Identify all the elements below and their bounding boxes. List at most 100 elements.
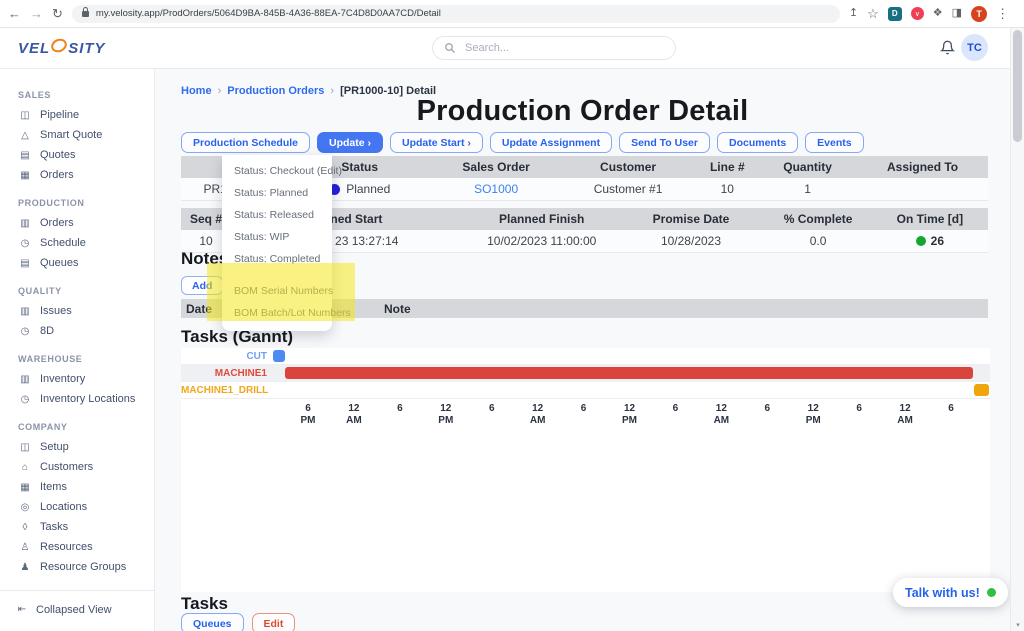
sidebar-item-label: Tasks bbox=[40, 521, 68, 533]
update-menu-item[interactable]: Status: WIP bbox=[222, 226, 332, 248]
setup-icon: ◫ bbox=[19, 442, 31, 453]
chat-widget[interactable]: Talk with us! bbox=[893, 578, 1008, 607]
extension-d-icon[interactable]: D bbox=[888, 7, 902, 21]
production-schedule-button[interactable]: Production Schedule bbox=[181, 132, 310, 153]
schedule-cell-promise-date: 10/28/2023 bbox=[618, 230, 765, 252]
axis-tick-meridiem: PM bbox=[291, 415, 325, 427]
order-value-sales-order[interactable]: SO1000 bbox=[474, 182, 518, 196]
update-menu-item[interactable]: Status: Completed bbox=[222, 248, 332, 270]
sidebar-item-inventory-locations[interactable]: ◷Inventory Locations bbox=[0, 389, 154, 409]
send-to-user-button[interactable]: Send To User bbox=[619, 132, 710, 153]
axis-tick: 12AM bbox=[888, 403, 922, 426]
update-button[interactable]: Update › bbox=[317, 132, 383, 153]
axis-tick: 6 bbox=[658, 403, 692, 415]
queues-icon: ▤ bbox=[19, 258, 31, 269]
gantt-time-axis: 6PM12AM612PM612AM612PM612AM612PM612AM6 bbox=[181, 403, 990, 431]
cut-bar[interactable] bbox=[273, 350, 285, 362]
sidebar-item-locations[interactable]: ◎Locations bbox=[0, 497, 154, 517]
user-avatar[interactable]: TC bbox=[961, 34, 988, 61]
axis-tick-hour: 6 bbox=[658, 403, 692, 415]
quotes-icon: ▤ bbox=[19, 150, 31, 161]
sidebar-item-inventory[interactable]: ▥Inventory bbox=[0, 369, 154, 389]
update-menu-item[interactable]: BOM Serial Numbers bbox=[222, 280, 332, 302]
search-input[interactable] bbox=[463, 41, 664, 55]
sidebar-item-sales-orders[interactable]: ▦Orders bbox=[0, 165, 154, 185]
sidebar-item-smart-quote[interactable]: △Smart Quote bbox=[0, 125, 154, 145]
axis-tick: 6 bbox=[567, 403, 601, 415]
events-button[interactable]: Events bbox=[805, 132, 863, 153]
address-bar[interactable]: my.velosity.app/ProdOrders/5064D9BA-845B… bbox=[72, 5, 840, 23]
chrome-menu-icon[interactable]: ⋮ bbox=[996, 7, 1009, 20]
sidebar-item-pipeline[interactable]: ◫Pipeline bbox=[0, 105, 154, 125]
pocket-icon[interactable]: ∨ bbox=[911, 7, 924, 20]
axis-tick-hour: 6 bbox=[934, 403, 968, 415]
machine1-drill-bar[interactable] bbox=[974, 384, 989, 396]
sidebar-item-label: Smart Quote bbox=[40, 129, 102, 141]
edit-button[interactable]: Edit bbox=[252, 613, 296, 631]
reload-icon[interactable]: ↻ bbox=[52, 7, 63, 20]
back-icon[interactable]: ← bbox=[8, 7, 21, 20]
axis-tick-hour: 12 bbox=[888, 403, 922, 415]
share-icon[interactable]: ↥ bbox=[849, 8, 858, 19]
documents-button[interactable]: Documents bbox=[717, 132, 798, 153]
browser-profile-avatar[interactable]: T bbox=[971, 6, 987, 22]
bookmark-star-icon[interactable]: ☆ bbox=[867, 7, 879, 20]
axis-tick: 6PM bbox=[291, 403, 325, 426]
notifications-bell-icon[interactable] bbox=[940, 40, 955, 60]
order-cell-customer: Customer #1 bbox=[559, 178, 696, 200]
global-search[interactable] bbox=[432, 36, 676, 60]
sidebar-item-label: Quotes bbox=[40, 149, 75, 161]
sidebar-item-label: Locations bbox=[40, 501, 87, 513]
extensions-puzzle-icon[interactable]: ❖ bbox=[933, 8, 943, 19]
sidebar-item-label: Issues bbox=[40, 305, 72, 317]
sidebar-item-label: Pipeline bbox=[40, 109, 79, 121]
notes-col-note: Note bbox=[384, 302, 411, 316]
sidebar-item-customers[interactable]: ⌂Customers bbox=[0, 457, 154, 477]
update-menu-item[interactable]: Status: Checkout (Edit) bbox=[222, 160, 332, 182]
queues-button[interactable]: Queues bbox=[181, 613, 244, 631]
side-panel-icon[interactable]: ◨ bbox=[952, 8, 962, 19]
axis-tick-meridiem: PM bbox=[613, 415, 647, 427]
sidebar-item-tasks[interactable]: ◊Tasks bbox=[0, 517, 154, 537]
collapsed-view-toggle[interactable]: ⇤ Collapsed View bbox=[0, 590, 154, 631]
add-note-button[interactable]: Add bbox=[181, 276, 223, 295]
update-start-button[interactable]: Update Start › bbox=[390, 132, 483, 153]
axis-tick-meridiem: AM bbox=[521, 415, 555, 427]
issues-icon: ▥ bbox=[19, 306, 31, 317]
sidebar-item-prod-orders[interactable]: ▥Orders bbox=[0, 213, 154, 233]
order-cell-sales-order[interactable]: SO1000 bbox=[433, 178, 560, 200]
logo-vel: VEL bbox=[18, 40, 50, 57]
sidebar-item-setup[interactable]: ◫Setup bbox=[0, 437, 154, 457]
scrollbar-down-arrow[interactable]: ▾ bbox=[1011, 621, 1024, 629]
schedule-value-promise-date: 10/28/2023 bbox=[661, 234, 721, 248]
sidebar-item-queues[interactable]: ▤Queues bbox=[0, 253, 154, 273]
sidebar-item-schedule[interactable]: ◷Schedule bbox=[0, 233, 154, 253]
sidebar-item-issues[interactable]: ▥ Issues bbox=[0, 301, 154, 321]
sidebar-item-resources[interactable]: ♙Resources bbox=[0, 537, 154, 557]
scrollbar-thumb[interactable] bbox=[1013, 30, 1022, 142]
gantt-rows: CUTMACHINE1MACHINE1_DRILL bbox=[181, 348, 990, 399]
sidebar-section: SALES◫Pipeline△Smart Quote▤Quotes▦Orders bbox=[0, 90, 154, 185]
update-menu-item[interactable]: Status: Planned bbox=[222, 182, 332, 204]
axis-tick: 12PM bbox=[429, 403, 463, 426]
sidebar-item-items[interactable]: ▦Items bbox=[0, 477, 154, 497]
axis-tick-hour: 6 bbox=[567, 403, 601, 415]
schedule-cell-planned-finish: 10/02/2023 11:00:00 bbox=[466, 230, 618, 252]
sidebar-section-label: COMPANY bbox=[0, 422, 154, 437]
update-assignment-button[interactable]: Update Assignment bbox=[490, 132, 612, 153]
update-menu-item[interactable]: BOM Batch/Lot Numbers bbox=[222, 302, 332, 324]
schedule-icon: ◷ bbox=[19, 238, 31, 249]
update-menu-item[interactable]: Status: Released bbox=[222, 204, 332, 226]
sidebar-item-eight-d[interactable]: ◷8D bbox=[0, 321, 154, 341]
velosity-logo[interactable]: VEL SITY bbox=[18, 40, 106, 57]
schedule-header-cell: Planned Finish bbox=[466, 208, 618, 230]
axis-tick-hour: 12 bbox=[613, 403, 647, 415]
machine1-bar[interactable] bbox=[285, 367, 973, 379]
axis-tick: 6 bbox=[934, 403, 968, 415]
sidebar-section: COMPANY◫Setup⌂Customers▦Items◎Locations◊… bbox=[0, 422, 154, 577]
forward-icon[interactable]: → bbox=[30, 7, 43, 20]
sidebar-item-resource-groups[interactable]: ♟Resource Groups bbox=[0, 557, 154, 577]
order-value-line: 10 bbox=[721, 182, 734, 196]
sidebar-item-quotes[interactable]: ▤ Quotes bbox=[0, 145, 154, 165]
on-time-dot bbox=[916, 236, 926, 246]
